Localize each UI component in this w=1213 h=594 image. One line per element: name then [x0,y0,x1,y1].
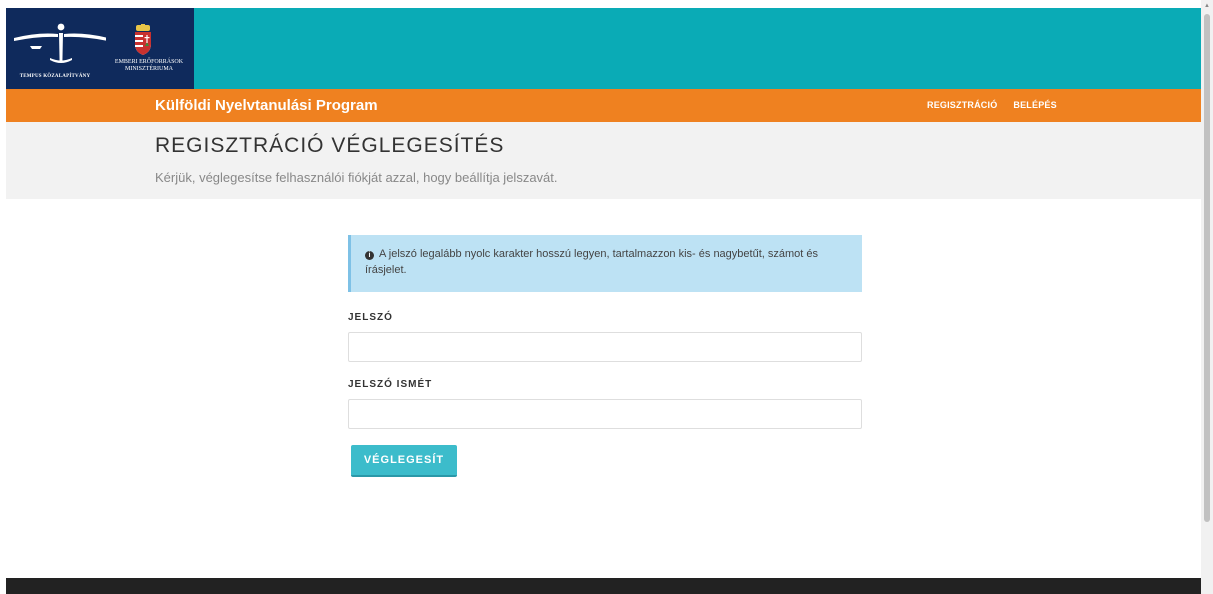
info-alert-text: A jelszó legalább nyolc karakter hosszú … [365,248,819,276]
password-confirm-input[interactable] [348,399,862,429]
nav-links: REGISZTRÁCIÓ BELÉPÉS [927,100,1057,110]
password-form: iA jelszó legalább nyolc karakter hosszú… [348,235,862,477]
ministry-line1: EMBERI ERŐFORRÁSOK [114,59,184,65]
page-header: REGISZTRÁCIÓ VÉGLEGESÍTÉS Kérjük, végleg… [6,122,1201,199]
ministry-line2: MINISZTÉRIUMA [125,66,173,72]
logo-area: TEMPUS KÖZALAPÍTVÁNY EMBERI ERŐFORRÁSOK … [6,8,194,89]
password-input[interactable] [348,332,862,362]
finalize-button[interactable]: VÉGLEGESÍT [351,445,457,477]
main-navbar: Külföldi Nyelvtanulási Program REGISZTRÁ… [6,89,1201,122]
page-subtitle: Kérjük, véglegesítse felhasználói fiókjá… [155,170,558,185]
tempus-logo-text: TEMPUS KÖZALAPÍTVÁNY [19,74,91,79]
header-banner: TEMPUS KÖZALAPÍTVÁNY EMBERI ERŐFORRÁSOK … [6,8,1201,89]
brand-title[interactable]: Külföldi Nyelvtanulási Program [155,97,378,114]
password-confirm-label: JELSZÓ ISMÉT [348,379,433,390]
nav-link-login[interactable]: BELÉPÉS [1013,100,1056,110]
tempus-logo[interactable] [10,22,106,82]
info-alert: iA jelszó legalább nyolc karakter hosszú… [348,235,862,292]
password-label: JELSZÓ [348,312,393,323]
scroll-up-arrow-icon[interactable]: ▲ [1204,3,1210,9]
scrollbar-thumb[interactable] [1204,14,1210,522]
nav-link-register[interactable]: REGISZTRÁCIÓ [927,100,997,110]
coat-of-arms-icon [135,24,151,55]
vertical-scrollbar[interactable]: ▲ [1201,0,1213,594]
info-circle-icon: i [365,251,374,260]
page: TEMPUS KÖZALAPÍTVÁNY EMBERI ERŐFORRÁSOK … [0,0,1201,594]
page-footer [6,578,1201,594]
page-title: REGISZTRÁCIÓ VÉGLEGESÍTÉS [155,134,505,157]
ministry-name: EMBERI ERŐFORRÁSOK MINISZTÉRIUMA [107,59,191,73]
